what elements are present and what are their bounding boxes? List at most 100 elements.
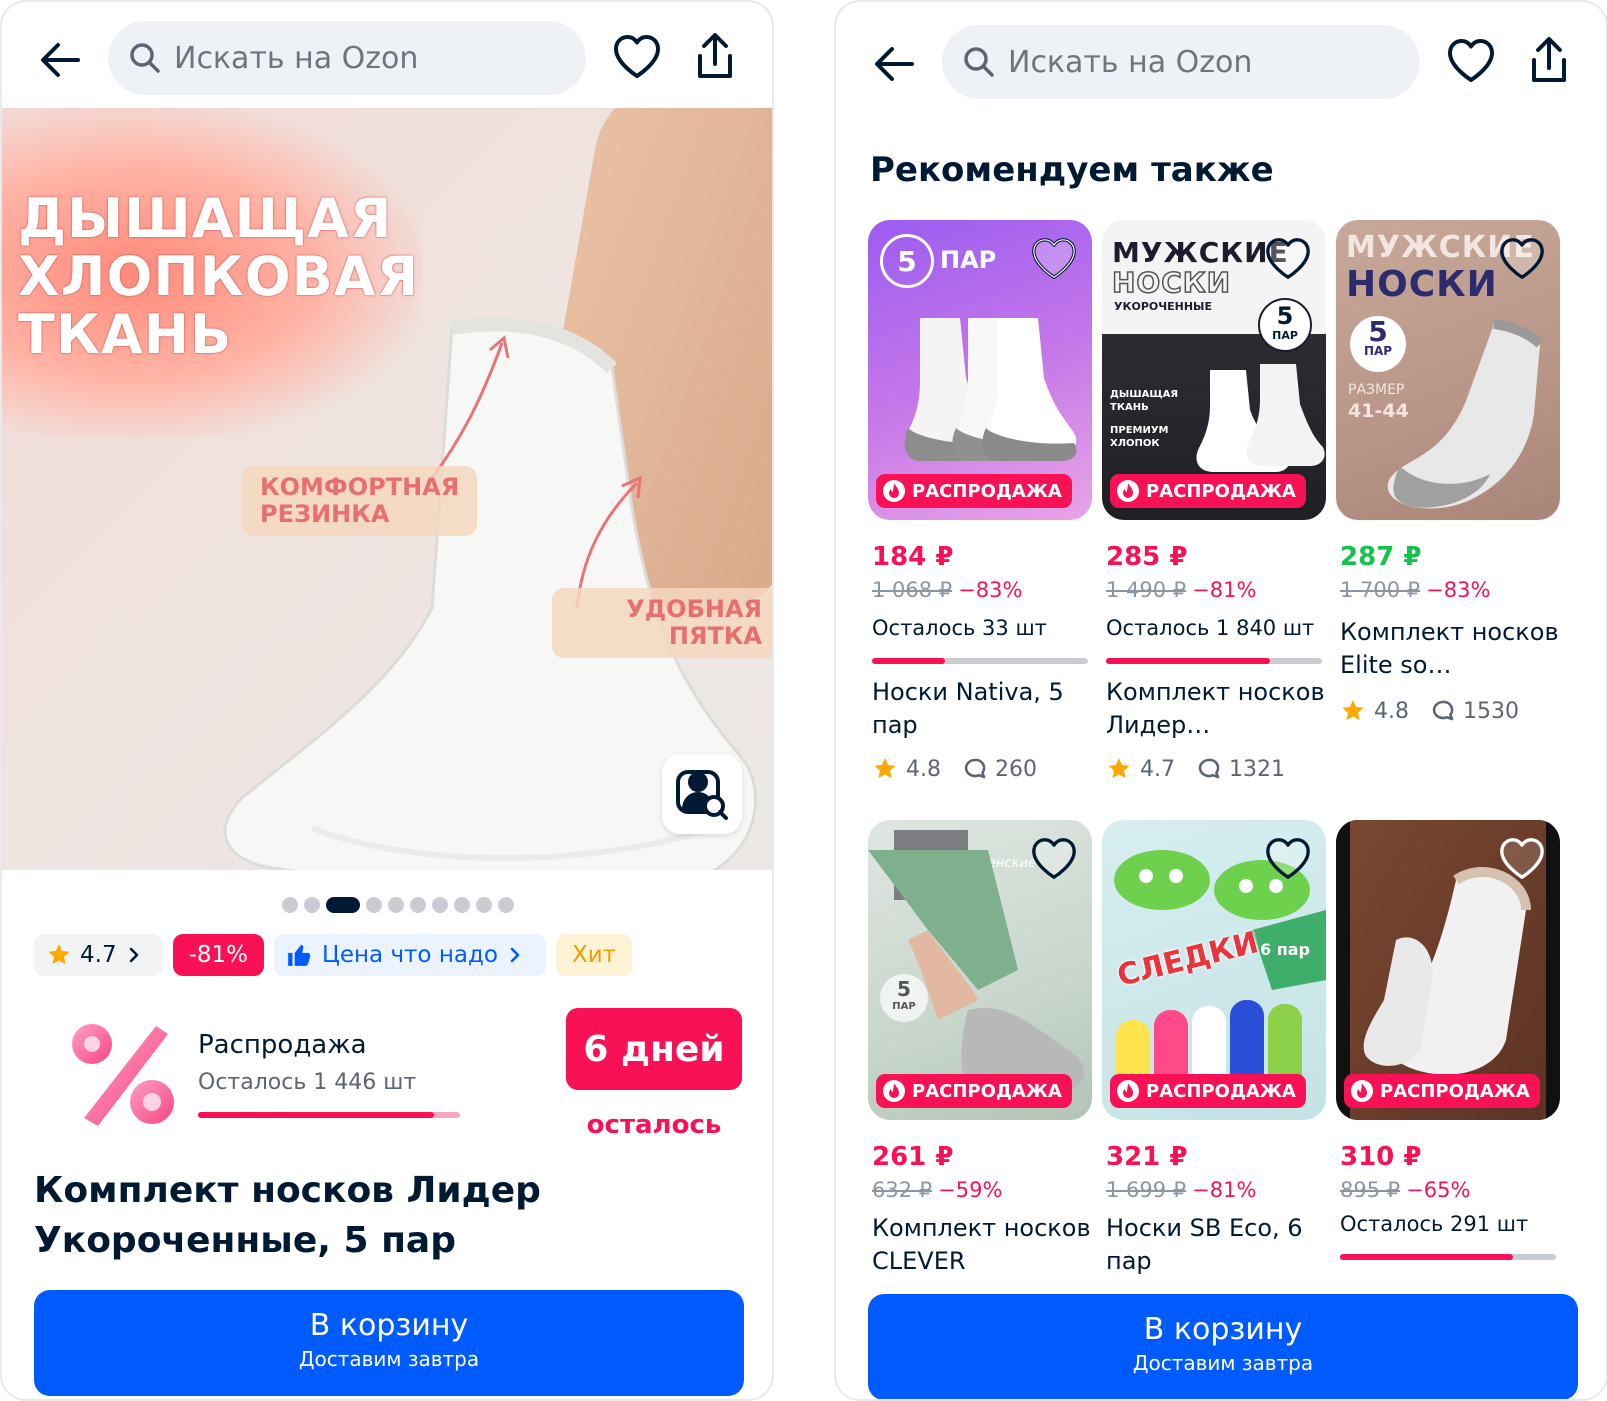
price: 285 ₽ [1106,542,1188,572]
gallery-pagination [282,896,514,914]
product-title: Комплект носков Лидер Укороченные, 5 пар [34,1170,541,1261]
sale-block[interactable]: Распродажа Осталось 1 446 шт 6 дней оста… [34,1008,744,1158]
comment-icon [1432,700,1454,721]
search-input[interactable] [1008,25,1408,99]
heart-icon[interactable] [1446,38,1496,84]
gallery-dot[interactable] [476,897,492,913]
sale-badge: РАСПРОДАЖА [876,474,1072,508]
price-quality-chip[interactable]: Цена что надо [274,934,546,976]
product-card[interactable]: РАСПРОДАЖА 310 ₽ 895 ₽ −65% Осталось 291 … [1336,820,1560,1280]
old-price: 895 ₽ [1340,1178,1401,1202]
rating-value: 4.8 [906,756,941,782]
product-name: Носки Nativa, 5 пар [872,678,1064,739]
gallery-dot[interactable] [326,897,360,913]
hero-title-line: ДЫШАЩАЯ [18,187,393,250]
gallery-dot[interactable] [410,897,426,913]
days-left-label: осталось [586,1110,722,1140]
product-name: Комплект носков CLEVER [872,1214,1091,1275]
stock-left: Осталось 1 840 шт [1106,616,1315,640]
heart-icon[interactable] [1498,836,1546,882]
comment-icon [1198,758,1220,779]
sale-stock-left: Осталось 1 446 шт [198,1070,417,1095]
heart-icon[interactable] [1264,236,1312,282]
back-arrow-icon[interactable] [870,40,918,88]
old-price-row: 895 ₽ −65% [1340,1178,1470,1202]
add-to-cart-button[interactable]: В корзину Доставим завтра [868,1294,1578,1399]
product-name: Комплект носков Elite so… [1340,618,1559,679]
old-price: 632 ₽ [872,1178,933,1202]
heart-icon[interactable] [1264,836,1312,882]
product-card[interactable]: МУЖСКИЕ НОСКИ 5 ПАР РАЗМЕР 41-44 287 ₽ 1… [1336,220,1560,724]
product-card[interactable]: МУЖСКИЕ НОСКИ УКОРОЧЕННЫЕ 5 ПАР ДЫШАЩАЯ … [1102,220,1326,782]
sale-badge: РАСПРОДАЖА [876,1074,1072,1108]
gallery-dot[interactable] [282,897,298,913]
back-arrow-icon[interactable] [36,36,84,84]
visual-search-button[interactable] [662,754,742,834]
heart-icon[interactable] [1030,236,1078,282]
sale-badge-label: РАСПРОДАЖА [912,480,1062,502]
pairs-count: 5 [1276,302,1294,330]
product-card[interactable]: CLEVER Женские 5 ПАР РАСПРОДАЖА 261 ₽ 63… [868,820,1092,1280]
reviews-count: 1530 [1463,698,1519,724]
top-bar [836,2,1606,108]
pairs-count: 5 [880,234,934,288]
cart-button-label: В корзину [309,1308,469,1343]
rating-value: 4.7 [80,942,117,968]
discount-percent: −81% [1192,578,1257,602]
image-caption: УКОРОЧЕННЫЕ [1114,300,1212,313]
pairs-badge: 5 ПАР [1258,298,1312,352]
share-icon[interactable] [1526,36,1572,86]
product-page-screen: ДЫШАЩАЯ ХЛОПКОВАЯ ТКАНЬ КОМФОРТНАЯ РЕЗИН… [0,0,774,1401]
discount-percent: −59% [938,1178,1003,1202]
search-bar[interactable] [942,25,1420,99]
product-card[interactable]: 5 ПАР РАСПРОДАЖА 184 ₽ 1 068 ₽ −83% Остал… [868,220,1092,782]
discount-percent: −81% [1192,1178,1257,1202]
percent-icon [72,1024,174,1126]
product-name: Комплект носков Лидер… [1106,678,1325,739]
star-icon [1108,758,1130,779]
hero-title-line: ТКАНЬ [18,303,233,366]
chevron-right-icon [510,947,520,963]
search-icon [130,43,160,73]
rating-value: 4.8 [1374,698,1409,724]
discount-percent: −65% [1406,1178,1471,1202]
gallery-dot[interactable] [366,897,382,913]
old-price-row: 1 700 ₽ −83% [1340,578,1490,602]
search-input[interactable] [174,21,574,95]
rating-chip[interactable]: 4.7 [34,934,163,976]
image-caption: 6 пар [1260,940,1311,959]
sale-title: Распродажа [198,1030,367,1060]
heart-icon[interactable] [612,34,662,80]
rating-row: 4.7 1321 [1106,756,1285,782]
stock-progress-bar [1106,658,1322,664]
cart-button-label: В корзину [1143,1312,1303,1347]
search-icon [964,47,994,77]
gallery-dot[interactable] [432,897,448,913]
star-icon [48,944,70,965]
price: 261 ₽ [872,1142,954,1172]
add-to-cart-button[interactable]: В корзину Доставим завтра [34,1290,744,1396]
sale-badge-label: РАСПРОДАЖА [1380,1080,1530,1102]
old-price-row: 1 068 ₽ −83% [872,578,1022,602]
rating-row: 4.8 1530 [1340,698,1519,724]
share-icon[interactable] [692,32,738,82]
heart-icon[interactable] [1030,836,1078,882]
stock-left: Осталось 33 шт [872,616,1047,640]
socks-illustration [904,318,1077,461]
discount-chip: -81% [172,934,264,976]
arrow-decoration [430,335,510,479]
gallery-dot[interactable] [454,897,470,913]
sale-badge: РАСПРОДАЖА [1110,474,1306,508]
gallery-dot[interactable] [498,897,514,913]
stock-progress-fill [872,658,946,664]
product-image-gallery[interactable]: ДЫШАЩАЯ ХЛОПКОВАЯ ТКАНЬ КОМФОРТНАЯ РЕЗИН… [2,108,772,870]
search-bar[interactable] [108,21,586,95]
product-card[interactable]: СЛЕДКИ 6 пар РАСПРОДАЖА 321 ₽ 1 699 ₽ −81… [1102,820,1326,1280]
gallery-dot[interactable] [388,897,404,913]
price: 287 ₽ [1340,542,1422,572]
image-caption: МУЖСКИЕ [1112,236,1289,269]
heart-icon[interactable] [1498,236,1546,282]
gallery-dot[interactable] [304,897,320,913]
stock-progress-fill [1340,1254,1513,1260]
sale-progress-bar [198,1112,460,1118]
